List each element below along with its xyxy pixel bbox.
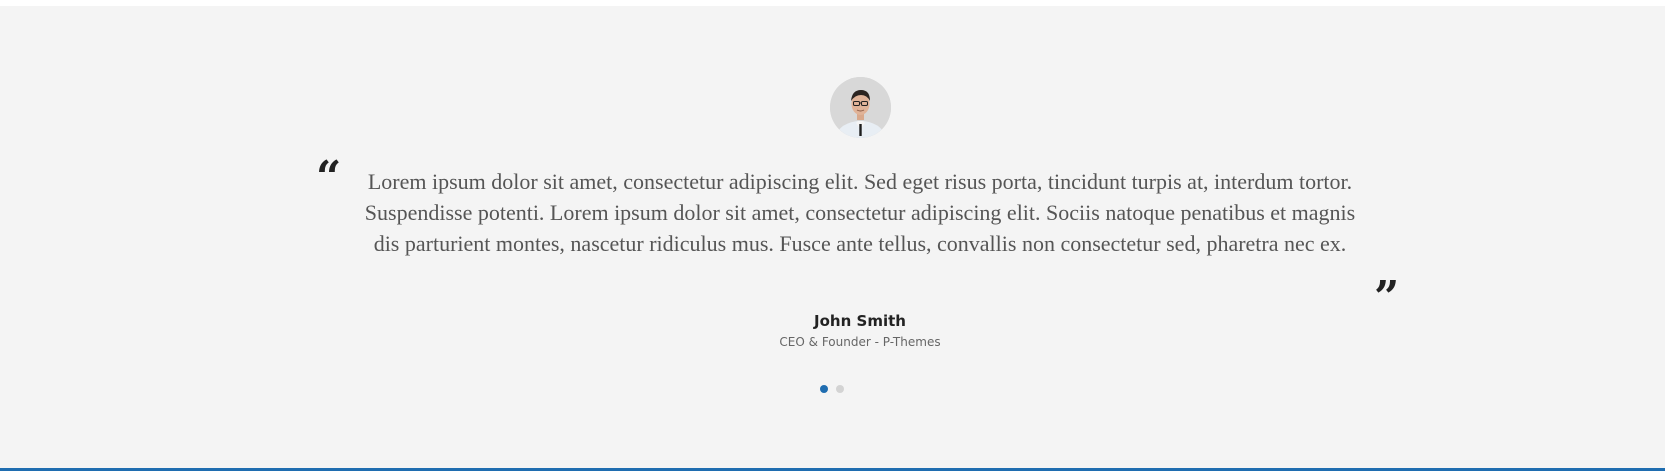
person-avatar-icon bbox=[830, 77, 891, 138]
testimonial-quote: Lorem ipsum dolor sit amet, consectetur … bbox=[364, 169, 1356, 256]
slider-pagination bbox=[820, 385, 844, 393]
slider-dot-1[interactable] bbox=[820, 385, 828, 393]
author-name: John Smith bbox=[814, 312, 906, 330]
testimonial-section: “ Lorem ipsum dolor sit amet, consectetu… bbox=[0, 6, 1665, 468]
slider-dot-2[interactable] bbox=[836, 385, 844, 393]
author-avatar bbox=[830, 77, 891, 138]
close-quote-icon: ” bbox=[1374, 272, 1400, 323]
author-role: CEO & Founder - P-Themes bbox=[779, 335, 941, 349]
open-quote-icon: “ bbox=[316, 152, 342, 203]
